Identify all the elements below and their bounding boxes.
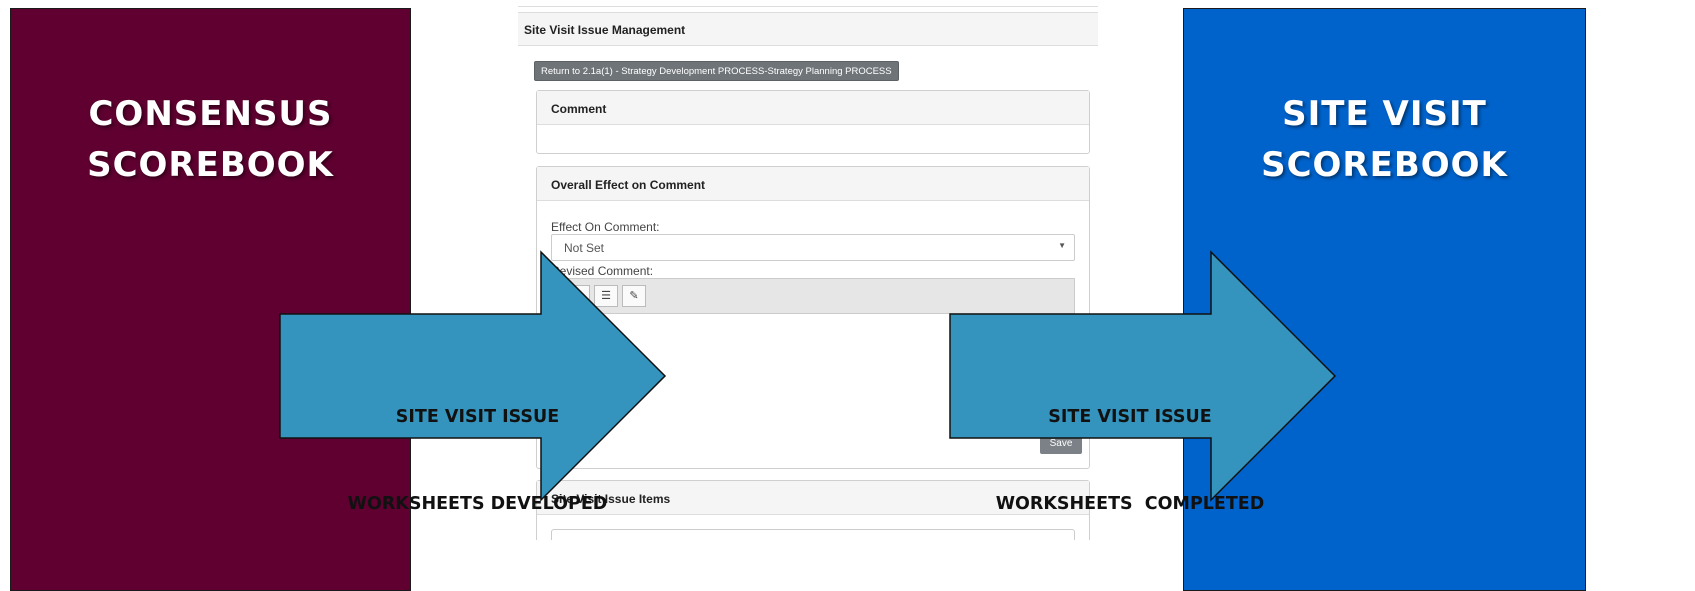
arrow-completed-label: SITE VISIT ISSUE WORKSHEETS COMPLETED — [995, 407, 1265, 514]
arrow-developed-label: SITE VISIT ISSUE WORKSHEETS DEVELOPED — [347, 407, 608, 514]
flow-arrows — [279, 250, 1337, 502]
